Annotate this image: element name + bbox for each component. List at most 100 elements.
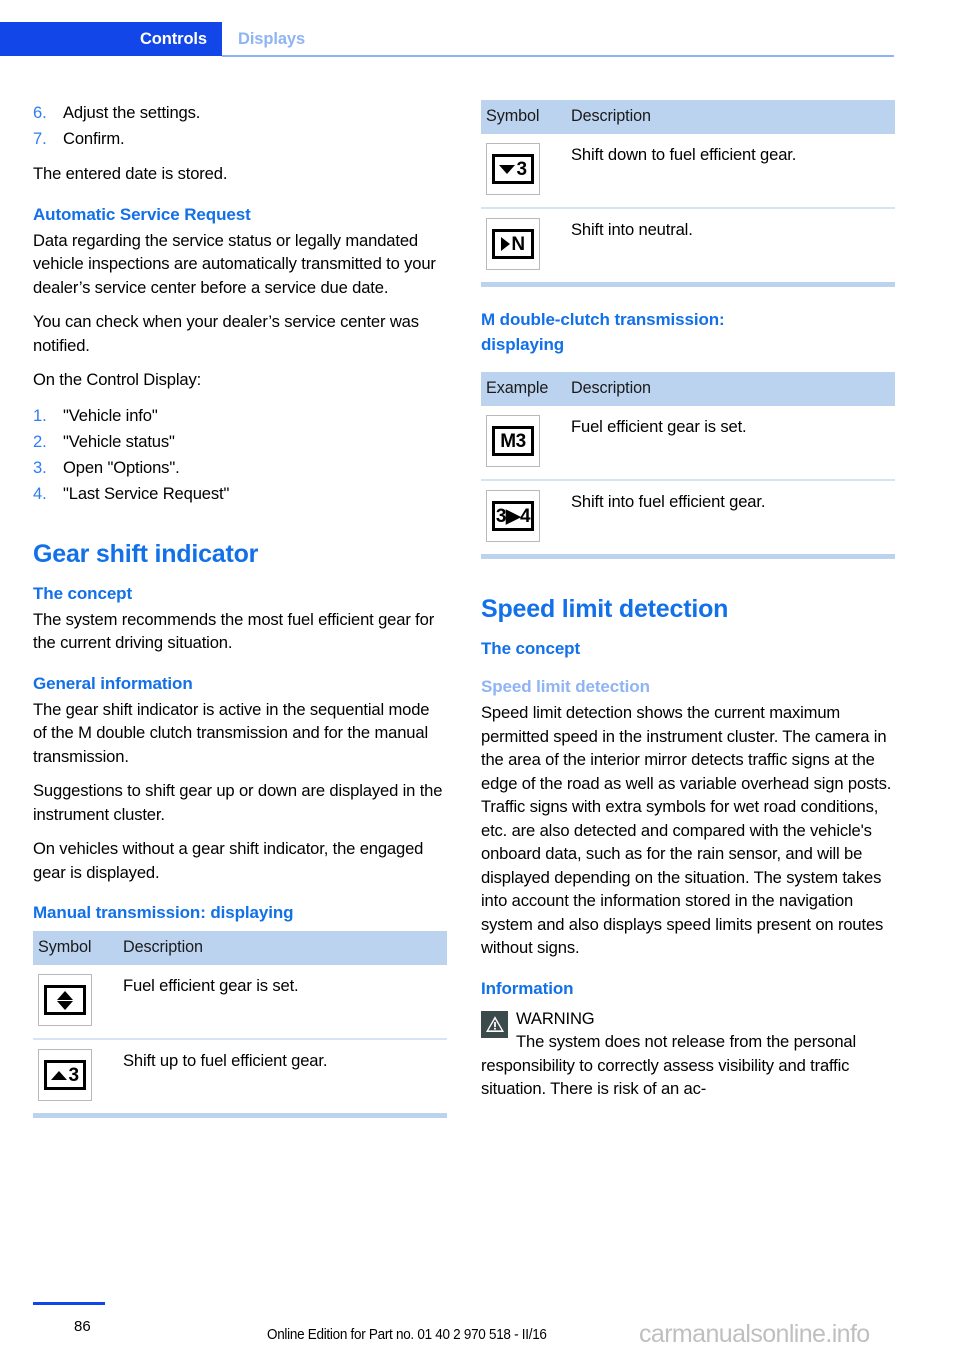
heading-the-concept-right: The concept: [481, 639, 581, 658]
table-row: M3 Fuel efficient gear is set.: [481, 406, 895, 481]
list-item: 3. Open "Options".: [33, 455, 447, 481]
m3-gear-icon: M3: [486, 415, 540, 467]
symbol-inner-box: 3: [492, 154, 534, 184]
3-to-4-gear-icon: 3▶4: [486, 490, 540, 542]
table-header-row: Symbol Description: [481, 100, 895, 134]
paragraph-service-check: You can check when your dealer’s service…: [33, 312, 419, 355]
column-header-description: Description: [116, 931, 447, 965]
symbol-cell: 3: [33, 1039, 116, 1113]
double-arrow-glyph: [57, 990, 73, 1010]
list-item-label: "Vehicle status": [63, 431, 175, 451]
list-item-number: 1.: [33, 405, 47, 425]
warning-text-wrap: WARNING The system does not release from…: [481, 1007, 895, 1101]
table-row: 3 Shift down to fuel efficient gear.: [481, 134, 895, 209]
symbol-cell: N: [481, 208, 564, 282]
symbol-inner-box: 3▶4: [492, 501, 534, 531]
list-item-label: Open "Options".: [63, 457, 180, 477]
paragraph-speed-limit-body: Speed limit detection shows the current …: [481, 703, 892, 957]
heading-m-double-clutch-line1: M double-clutch transmission:: [481, 310, 725, 329]
table-cell-description: Shift up to fuel efficient gear.: [123, 1051, 328, 1070]
list-item-label: "Vehicle info": [63, 405, 158, 425]
steps-list-service-request: 1. "Vehicle info" 2. "Vehicle status" 3.…: [33, 403, 447, 507]
heading-m-double-clutch-line2: displaying: [481, 335, 565, 354]
triangle-up-icon: [51, 1070, 68, 1080]
column-header-description: Description: [564, 100, 895, 134]
table-row: 3 Shift up to fuel efficient gear.: [33, 1039, 447, 1113]
table-cell-description: Fuel efficient gear is set.: [564, 406, 895, 481]
symbol-cell: M3: [481, 406, 564, 481]
paragraph-general-3: On vehicles without a gear shift indicat…: [33, 839, 424, 882]
table-cell-description: Shift into fuel efficient gear.: [571, 492, 766, 511]
symbol-inner-box: N: [492, 229, 534, 259]
gear-label: M3: [500, 430, 526, 452]
heading-information: Information: [481, 978, 574, 998]
table-cell-description: Shift into neutral.: [571, 220, 693, 239]
triangle-up-icon: [57, 990, 73, 1000]
heading-automatic-service-request: Automatic Service Request: [33, 204, 251, 224]
right-column: Symbol Description 3 Shift down to fuel …: [481, 100, 895, 1101]
triangle-right-icon: [501, 237, 511, 251]
paragraph-general-1: The gear shift indicator is active in th…: [33, 699, 430, 766]
table-header-row: Example Description: [481, 372, 895, 406]
list-item-number: 4.: [33, 483, 47, 503]
paragraph-general-2: Suggestions to shift gear up or down are…: [33, 781, 443, 824]
tab-controls[interactable]: Controls: [0, 22, 222, 56]
symbol-inner-box: M3: [492, 426, 534, 456]
arrow-up-3-icon: 3: [38, 1049, 92, 1101]
arrow-down-3-icon: 3: [486, 143, 540, 195]
warning-title: WARNING: [516, 1008, 595, 1028]
tab-displays[interactable]: Displays: [238, 22, 305, 56]
symbol-inner-box: [44, 985, 86, 1015]
gear-letter: N: [511, 233, 525, 255]
table-manual-transmission: Symbol Description Fuel efficient gear i…: [33, 931, 447, 1113]
list-item-label: Confirm.: [63, 129, 125, 148]
paragraph-control-display: On the Control Display:: [33, 370, 202, 389]
warning-triangle-icon: [481, 1010, 508, 1038]
heading-general-information: General information: [33, 673, 193, 693]
steps-list-top: 6. Adjust the settings. 7. Confirm.: [33, 100, 447, 152]
list-item-label: Adjust the settings.: [63, 103, 201, 122]
column-header-symbol: Symbol: [481, 100, 564, 134]
table-bottom-rule: [33, 1113, 447, 1118]
page-title-speed-limit-detection: Speed limit detection: [481, 595, 729, 623]
paragraph-service-data: Data regarding the service status or leg…: [33, 230, 436, 297]
up-down-arrow-icon: [38, 974, 92, 1026]
warning-block: WARNING The system does not release from…: [481, 1007, 895, 1101]
table-cell-description: Shift down to fuel efficient gear.: [564, 134, 895, 209]
table-row: 3▶4 Shift into fuel efficient gear.: [481, 480, 895, 554]
footer-divider: [33, 1302, 105, 1305]
table-manual-transmission-continued: Symbol Description 3 Shift down to fuel …: [481, 100, 895, 282]
triangle-down-icon: [499, 164, 516, 174]
list-item: 7. Confirm.: [33, 126, 447, 152]
column-header-symbol: Symbol: [33, 931, 116, 965]
left-column: 6. Adjust the settings. 7. Confirm. The …: [33, 100, 447, 1118]
edition-note: Online Edition for Part no. 01 40 2 970 …: [267, 1327, 547, 1343]
list-item-number: 7.: [33, 129, 47, 148]
symbol-cell: [33, 965, 116, 1040]
heading-the-concept: The concept: [33, 583, 133, 603]
gear-number: 3: [516, 158, 527, 180]
header-divider: [222, 55, 894, 57]
symbol-cell: 3: [481, 134, 564, 209]
paragraph-concept: The system recommends the most fuel effi…: [33, 609, 435, 653]
list-item: 2. "Vehicle status": [33, 429, 447, 455]
tab-displays-label: Displays: [238, 29, 306, 48]
page-number: 86: [74, 1318, 91, 1335]
table-row: Fuel efficient gear is set.: [33, 965, 447, 1040]
list-item-label: "Last Service Request": [63, 483, 230, 503]
list-item-number: 2.: [33, 431, 47, 451]
table-cell-description: Fuel efficient gear is set.: [116, 965, 447, 1040]
list-item: 4. "Last Service Request": [33, 481, 447, 507]
warning-body: The system does not release from the per…: [481, 1032, 857, 1098]
column-header-example: Example: [481, 372, 564, 406]
table-row: N Shift into neutral.: [481, 208, 895, 282]
